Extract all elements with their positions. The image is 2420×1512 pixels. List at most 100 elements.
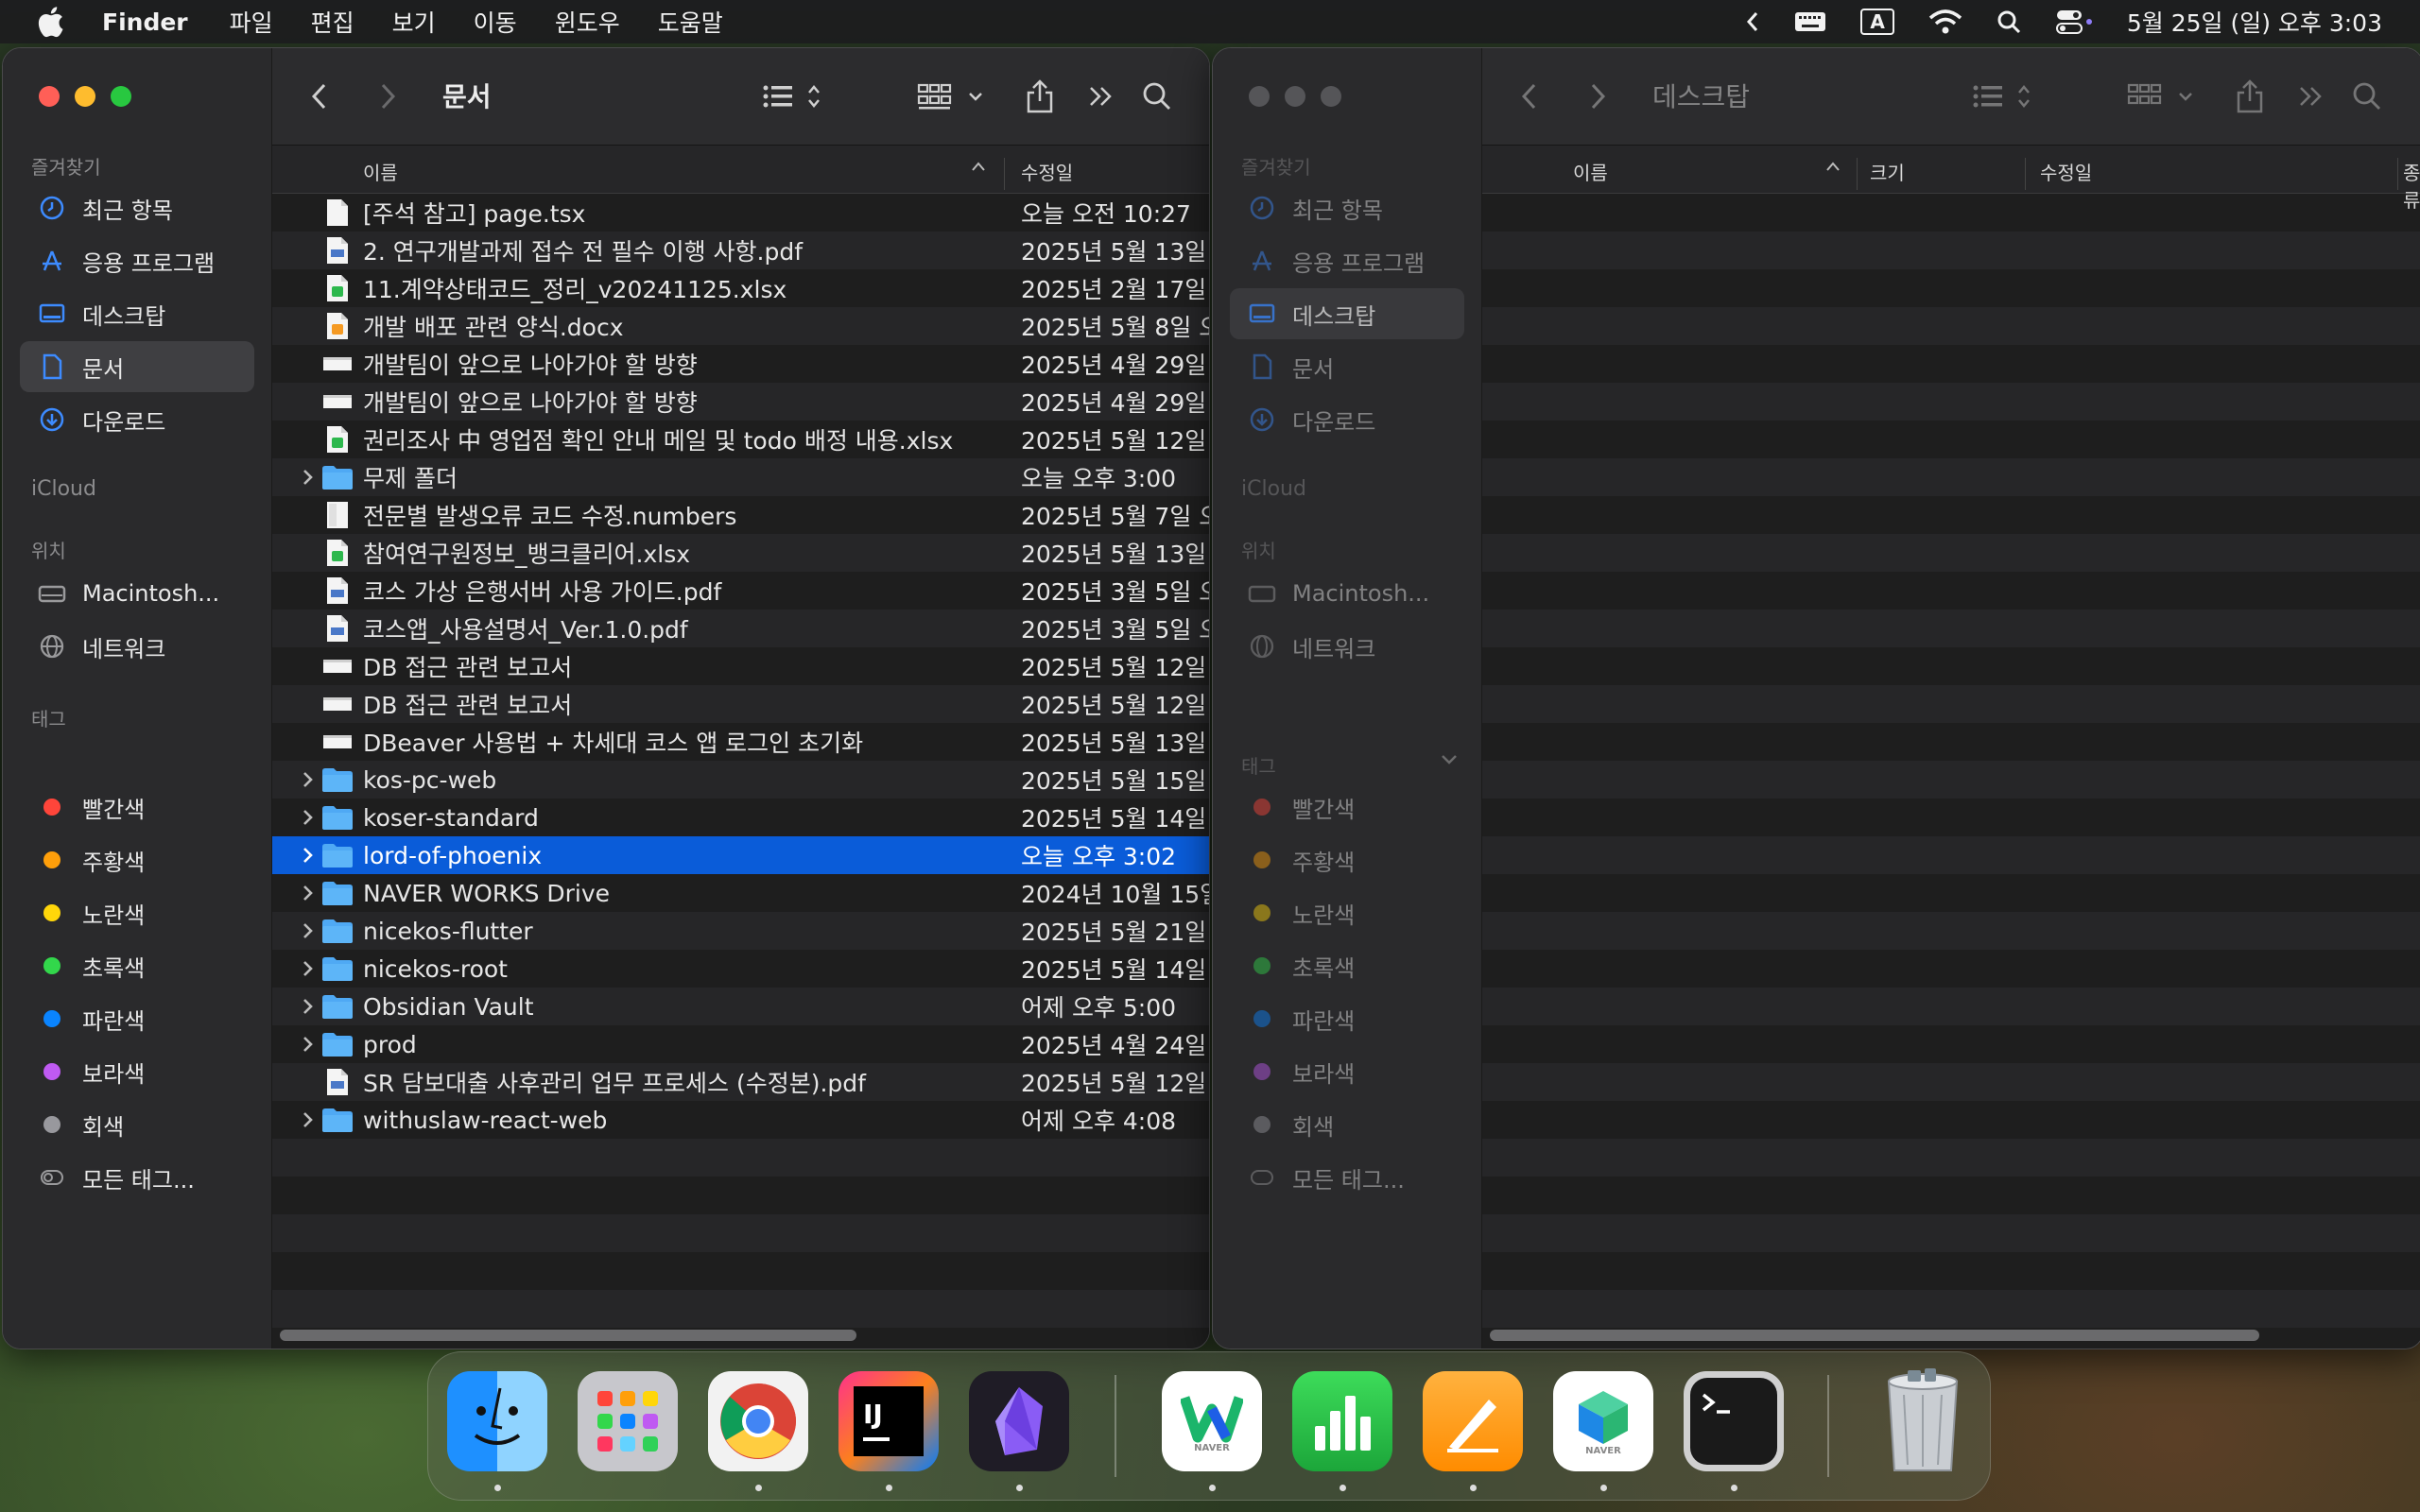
- menu-window[interactable]: 윈도우: [555, 5, 620, 39]
- sidebar-tag-red[interactable]: 빨간색: [20, 782, 254, 833]
- sidebar-item-documents[interactable]: 문서: [1230, 341, 1464, 392]
- horizontal-scrollbar[interactable]: [280, 1330, 856, 1341]
- sidebar-item-downloads[interactable]: 다운로드: [1230, 394, 1464, 445]
- sidebar-item-network[interactable]: 네트워크: [1230, 621, 1464, 672]
- back-button[interactable]: [1520, 78, 1539, 114]
- disclosure-chevron-icon[interactable]: [299, 996, 318, 1017]
- column-modified-header[interactable]: 수정일: [1021, 158, 1073, 185]
- zoom-button[interactable]: [111, 86, 131, 107]
- column-name-header[interactable]: 이름: [1573, 158, 1608, 185]
- sidebar-section-icloud[interactable]: iCloud: [31, 477, 96, 501]
- horizontal-scrollbar[interactable]: [1490, 1330, 2259, 1341]
- group-view-icon[interactable]: [917, 78, 989, 114]
- minimize-button[interactable]: [75, 86, 95, 107]
- chrome-icon[interactable]: [708, 1371, 808, 1471]
- disclosure-chevron-icon[interactable]: [299, 958, 318, 979]
- sort-chevron-up-icon[interactable]: [1824, 155, 1841, 182]
- file-row[interactable]: 코스 가상 은행서버 사용 가이드.pdf 2025년 3월 5일 오: [272, 572, 1209, 610]
- folder-row[interactable]: 무제 폴더 오늘 오후 3:00: [272, 458, 1209, 496]
- sidebar-tag-gray[interactable]: 회색: [1230, 1099, 1464, 1150]
- sidebar-tag-yellow[interactable]: 노란색: [20, 887, 254, 938]
- folder-row[interactable]: lord-of-phoenix 오늘 오후 3:02: [272, 836, 1209, 874]
- sidebar-tag-blue[interactable]: 파란색: [1230, 993, 1464, 1044]
- wifi-icon[interactable]: [1928, 9, 1962, 35]
- back-button[interactable]: [310, 78, 329, 114]
- column-separator[interactable]: [1857, 158, 1858, 190]
- intellij-icon[interactable]: IJ: [838, 1371, 939, 1471]
- column-separator[interactable]: [2025, 158, 2026, 190]
- file-row[interactable]: 개발 배포 관련 양식.docx 2025년 5월 8일 오: [272, 307, 1209, 345]
- sidebar-item-recents[interactable]: 최근 항목: [20, 182, 254, 233]
- file-row[interactable]: 11.계약상태코드_정리_v20241125.xlsx 2025년 2월 17일 …: [272, 269, 1209, 307]
- launchpad-icon[interactable]: [578, 1371, 678, 1471]
- sidebar-tag-yellow[interactable]: 노란색: [1230, 887, 1464, 938]
- group-view-icon[interactable]: [2127, 78, 2199, 114]
- file-row[interactable]: DB 접근 관련 보고서 2025년 5월 12일 오: [272, 685, 1209, 723]
- sidebar-item-applications[interactable]: 응용 프로그램: [20, 235, 254, 286]
- disclosure-chevron-icon[interactable]: [299, 845, 318, 866]
- more-toolbar-icon[interactable]: [1087, 78, 1115, 114]
- search-icon[interactable]: [2352, 78, 2382, 114]
- folder-row[interactable]: prod 2025년 4월 24일 오: [272, 1025, 1209, 1063]
- sidebar-tag-orange[interactable]: 주황색: [20, 834, 254, 885]
- file-row[interactable]: 개발팀이 앞으로 나아가야 할 방향 2025년 4월 29일 오: [272, 383, 1209, 421]
- column-name-header[interactable]: 이름: [363, 158, 398, 185]
- column-modified-header[interactable]: 수정일: [2040, 158, 2092, 185]
- spotlight-search-icon[interactable]: [1996, 9, 2021, 34]
- sidebar-section-icloud[interactable]: iCloud: [1241, 477, 1306, 501]
- menu-help[interactable]: 도움말: [658, 5, 723, 39]
- sidebar-tag-purple[interactable]: 보라색: [20, 1046, 254, 1097]
- menubar-clock[interactable]: 5월 25일 (일) 오후 3:03: [2127, 5, 2382, 39]
- file-row[interactable]: 전문별 발생오류 코드 수정.numbers 2025년 5월 7일 오: [272, 496, 1209, 534]
- sidebar-tag-blue[interactable]: 파란색: [20, 993, 254, 1044]
- file-row[interactable]: 2. 연구개발과제 접수 전 필수 이행 사항.pdf 2025년 5월 13일 …: [272, 232, 1209, 269]
- naver-drive-icon[interactable]: NAVER: [1553, 1371, 1653, 1471]
- column-separator[interactable]: [1004, 158, 1005, 190]
- file-row[interactable]: 권리조사 中 영업점 확인 안내 메일 및 todo 배정 내용.xlsx 202…: [272, 421, 1209, 458]
- disclosure-chevron-icon[interactable]: [299, 1109, 318, 1130]
- sidebar-tag-red[interactable]: 빨간색: [1230, 782, 1464, 833]
- disclosure-chevron-icon[interactable]: [299, 769, 318, 790]
- pages-icon[interactable]: [1423, 1371, 1523, 1471]
- sidebar-tag-green[interactable]: 초록색: [1230, 940, 1464, 991]
- sidebar-tag-orange[interactable]: 주황색: [1230, 834, 1464, 885]
- chevron-down-icon[interactable]: [1438, 747, 1461, 774]
- menu-file[interactable]: 파일: [230, 5, 273, 39]
- keyboard-icon[interactable]: [1794, 10, 1826, 33]
- disclosure-chevron-icon[interactable]: [299, 807, 318, 828]
- folder-row[interactable]: nicekos-flutter 2025년 5월 21일 오: [272, 912, 1209, 950]
- control-center-icon[interactable]: [2055, 9, 2093, 35]
- close-button[interactable]: [39, 86, 60, 107]
- disclosure-chevron-icon[interactable]: [299, 1034, 318, 1055]
- trash-icon[interactable]: [1873, 1368, 1973, 1471]
- finder-icon[interactable]: [447, 1371, 547, 1471]
- forward-button[interactable]: [1588, 78, 1607, 114]
- file-row[interactable]: SR 담보대출 사후관리 업무 프로세스 (수정본).pdf 2025년 5월 1…: [272, 1063, 1209, 1101]
- search-icon[interactable]: [1142, 78, 1172, 114]
- list-view-icon[interactable]: [1972, 78, 2038, 114]
- sidebar-item-downloads[interactable]: 다운로드: [20, 394, 254, 445]
- more-toolbar-icon[interactable]: [2297, 78, 2325, 114]
- terminal-icon[interactable]: [1684, 1371, 1784, 1471]
- sidebar-item-desktop[interactable]: 데스크탑: [1230, 288, 1464, 339]
- column-size-header[interactable]: 크기: [1870, 158, 1905, 185]
- naver-works-icon[interactable]: NAVER: [1162, 1371, 1262, 1471]
- minimize-button[interactable]: [1285, 86, 1305, 107]
- zoom-button[interactable]: [1321, 86, 1341, 107]
- folder-row[interactable]: Obsidian Vault 어제 오후 5:00: [272, 988, 1209, 1025]
- file-row[interactable]: 참여연구원정보_뱅크클리어.xlsx 2025년 5월 13일 오: [272, 534, 1209, 572]
- obsidian-icon[interactable]: [969, 1371, 1069, 1471]
- sidebar-tag-gray[interactable]: 회색: [20, 1099, 254, 1150]
- apple-menu-icon[interactable]: [36, 6, 68, 38]
- sort-chevron-up-icon[interactable]: [970, 155, 987, 182]
- menu-edit[interactable]: 편집: [311, 5, 354, 39]
- file-row[interactable]: 개발팀이 앞으로 나아가야 할 방향 2025년 4월 29일 오: [272, 345, 1209, 383]
- folder-row[interactable]: koser-standard 2025년 5월 14일 오: [272, 799, 1209, 836]
- input-source-icon[interactable]: A: [1860, 9, 1894, 35]
- numbers-icon[interactable]: [1292, 1371, 1392, 1471]
- sidebar-item-documents[interactable]: 문서: [20, 341, 254, 392]
- folder-row[interactable]: nicekos-root 2025년 5월 14일 오: [272, 950, 1209, 988]
- sidebar-item-recents[interactable]: 최근 항목: [1230, 182, 1464, 233]
- file-row[interactable]: DB 접근 관련 보고서 2025년 5월 12일 오: [272, 647, 1209, 685]
- sidebar-item-macintosh[interactable]: Macintosh...: [20, 568, 254, 619]
